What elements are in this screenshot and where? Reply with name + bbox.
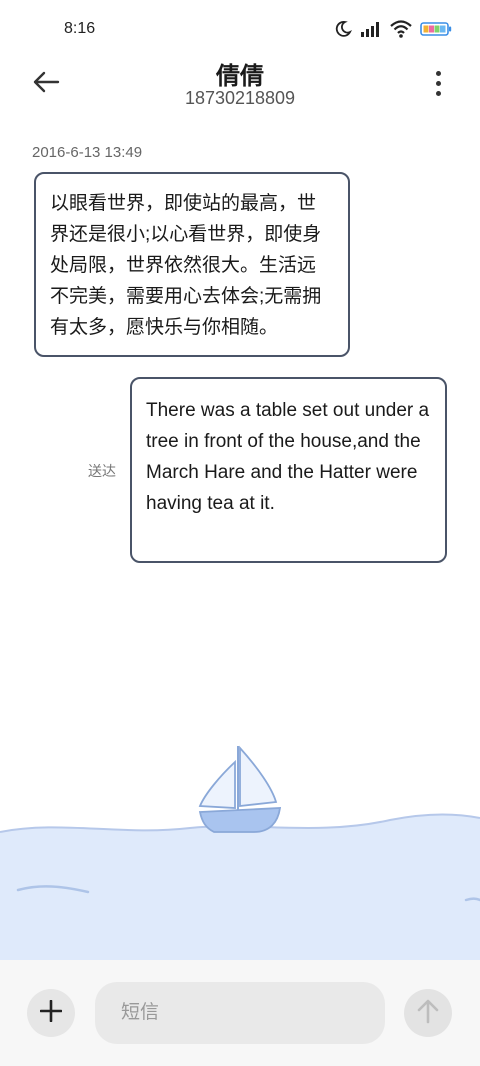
add-attachment-button[interactable] [27, 989, 75, 1037]
more-options-button[interactable] [426, 68, 450, 98]
message-timestamp: 2016-6-13 13:49 [32, 144, 143, 161]
incoming-message-bubble[interactable]: 以眼看世界，即使站的最高，世界还是很小;以心看世界，即使身处局限，世界依然很大。… [34, 172, 350, 357]
send-button[interactable] [404, 989, 452, 1037]
status-icons [334, 20, 452, 38]
sea-background-illustration [0, 740, 480, 960]
sea-water [0, 814, 480, 960]
sms-input[interactable] [95, 982, 385, 1044]
battery-icon [420, 21, 452, 37]
more-vertical-icon [435, 70, 441, 76]
contact-name: 倩倩 [216, 63, 264, 90]
sailboat-icon [198, 745, 282, 833]
conversation-header: 倩倩 18730218809 [0, 52, 480, 114]
message-composer [0, 960, 480, 1066]
wave-line-small [464, 897, 480, 902]
wifi-icon [390, 20, 412, 38]
signal-icon [360, 21, 382, 37]
sea-scene-svg [0, 745, 480, 960]
status-time: 8:16 [64, 20, 96, 37]
delivery-status: 送达 [88, 463, 116, 479]
send-arrow-icon [417, 998, 439, 1029]
moon-icon [334, 20, 352, 38]
plus-icon [39, 999, 63, 1027]
outgoing-message-bubble[interactable]: There was a table set out under a tree i… [130, 377, 447, 563]
contact-phone-number: 18730218809 [184, 88, 296, 108]
